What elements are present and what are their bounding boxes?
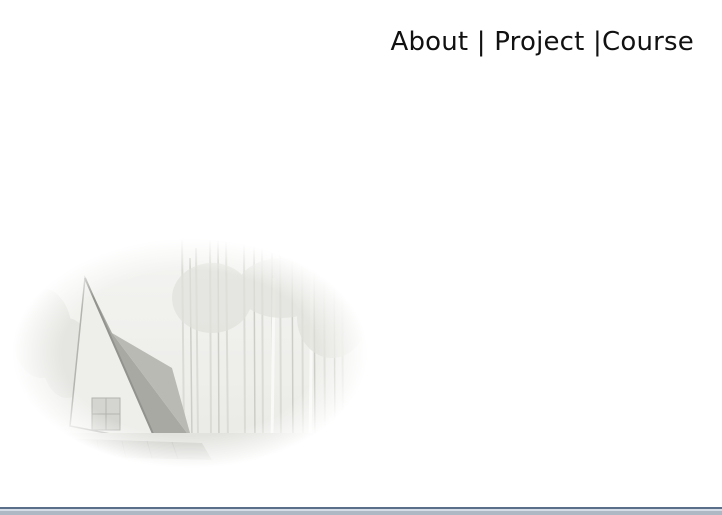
page: About | Project |Course (0, 0, 722, 515)
cabin-forest-image (12, 238, 368, 468)
window-bottom-border (0, 507, 722, 515)
border-line (0, 511, 722, 515)
nav-project-link[interactable]: Project (494, 27, 584, 57)
top-navigation: About | Project |Course (390, 24, 694, 60)
nav-separator: | (468, 27, 495, 57)
nav-about-link[interactable]: About (390, 27, 468, 57)
nav-separator: | (584, 27, 603, 57)
nav-course-link[interactable]: Course (602, 27, 694, 57)
